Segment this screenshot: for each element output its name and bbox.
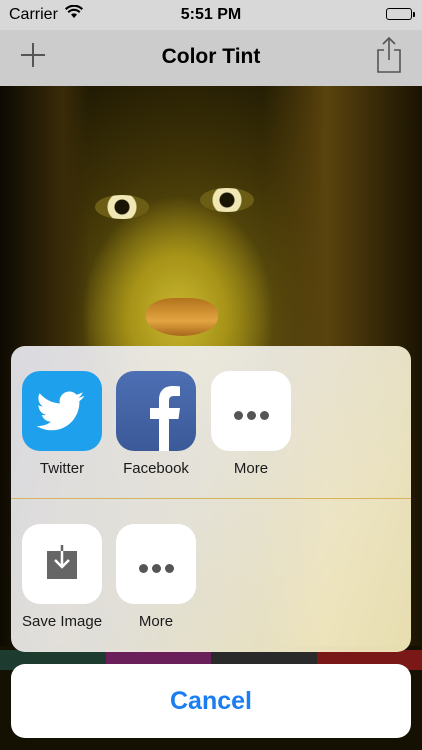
status-time: 5:51 PM [180, 6, 242, 23]
more-apps-button[interactable]: More [211, 371, 291, 477]
facebook-icon [116, 371, 196, 451]
more-icon [211, 371, 291, 451]
more-apps-label: More [233, 460, 269, 477]
facebook-label: Facebook [123, 460, 189, 477]
twitter-share-button[interactable]: Twitter [22, 371, 102, 477]
save-image-icon [22, 524, 102, 604]
share-apps-row: Twitter Facebook More [11, 346, 411, 498]
photo-left-eye [95, 195, 149, 219]
twitter-icon [22, 371, 102, 451]
more-actions-label: More [138, 613, 174, 630]
share-icon[interactable] [376, 36, 402, 74]
more-icon [116, 524, 196, 604]
facebook-share-button[interactable]: Facebook [116, 371, 196, 477]
cancel-button[interactable]: Cancel [11, 664, 411, 738]
photo-lips [146, 298, 218, 336]
status-bar: Carrier 5:51 PM [0, 0, 422, 30]
more-actions-button[interactable]: More [116, 524, 196, 630]
photo-right-eye [200, 188, 254, 212]
battery-icon [386, 8, 415, 20]
navigation-bar: Color Tint [0, 30, 422, 86]
twitter-label: Twitter [39, 460, 85, 477]
share-actions-row: Save Image More [11, 499, 411, 651]
save-image-label: Save Image [22, 613, 103, 630]
save-image-button[interactable]: Save Image [22, 524, 102, 630]
page-title: Color Tint [161, 45, 261, 68]
share-sheet: Twitter Facebook More Save Image More [11, 346, 411, 652]
